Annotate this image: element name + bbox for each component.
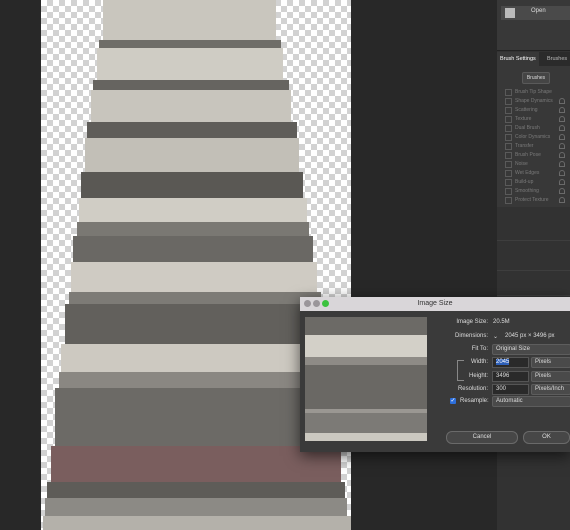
checkbox[interactable] <box>505 116 512 123</box>
cancel-button[interactable]: Cancel <box>446 431 518 444</box>
brush-option[interactable]: Transfer <box>505 142 568 150</box>
brush-option[interactable]: Smoothing <box>505 187 568 195</box>
image-size-value: 20.5M <box>493 319 510 325</box>
height-unit-select[interactable]: Pixels <box>531 371 570 382</box>
lock-icon[interactable] <box>559 152 565 158</box>
checkbox[interactable] <box>505 197 512 204</box>
width-unit-select[interactable]: Pixels <box>531 357 570 368</box>
ok-button[interactable]: OK <box>523 431 570 444</box>
divider <box>497 270 570 271</box>
divider <box>497 240 570 241</box>
width-label: Width: <box>470 359 488 365</box>
image-size-label: Image Size: <box>456 319 488 325</box>
checkbox[interactable] <box>505 143 512 150</box>
checkbox[interactable] <box>505 125 512 132</box>
height-input[interactable]: 3496 <box>492 371 529 382</box>
preview-thumbnail <box>305 317 427 441</box>
divider <box>497 295 570 296</box>
lock-icon[interactable] <box>559 161 565 167</box>
fit-to-label: Fit To: <box>471 346 488 352</box>
resolution-unit-select[interactable]: Pixels/Inch <box>531 384 570 395</box>
lock-icon[interactable] <box>559 143 565 149</box>
resample-label: Resample: <box>460 398 489 404</box>
checkbox[interactable] <box>505 98 512 105</box>
lock-icon[interactable] <box>559 98 565 104</box>
width-input[interactable]: 2045 <box>492 357 529 368</box>
width-value: 2045 <box>496 359 510 365</box>
lock-icon[interactable] <box>559 170 565 176</box>
checkbox[interactable] <box>505 107 512 114</box>
brush-option[interactable]: Texture <box>505 115 568 123</box>
tab-brush-settings[interactable]: Brush Settings <box>497 52 539 66</box>
brush-option[interactable]: Dual Brush <box>505 124 568 132</box>
brush-option[interactable]: Brush Tip Shape <box>505 88 568 96</box>
lock-icon[interactable] <box>559 134 565 140</box>
brush-option[interactable]: Color Dynamics <box>505 133 568 141</box>
checkbox[interactable] <box>505 179 512 186</box>
history-item-open[interactable]: Open <box>501 6 570 20</box>
checkbox[interactable] <box>505 161 512 168</box>
brush-option[interactable]: Shape Dynamics <box>505 97 568 105</box>
checkbox[interactable] <box>505 170 512 177</box>
image-preview[interactable] <box>305 317 427 441</box>
brushes-button[interactable]: Brushes <box>522 72 550 84</box>
lock-icon[interactable] <box>559 116 565 122</box>
checkbox[interactable] <box>505 134 512 141</box>
resample-checkbox[interactable]: ✓ <box>450 398 456 404</box>
checkbox[interactable] <box>505 89 512 96</box>
brush-settings-panel: Brush Settings Brushes Brushes Brush Tip… <box>497 52 570 207</box>
brush-option[interactable]: Scattering <box>505 106 568 114</box>
brush-option[interactable]: Noise <box>505 160 568 168</box>
brush-option[interactable]: Wet Edges <box>505 169 568 177</box>
lock-icon[interactable] <box>559 125 565 131</box>
history-panel: Open <box>497 0 570 51</box>
brush-option[interactable]: Brush Pose <box>505 151 568 159</box>
brush-option[interactable]: Build-up <box>505 178 568 186</box>
lock-icon[interactable] <box>559 107 565 113</box>
checkbox[interactable] <box>505 152 512 159</box>
dialog-titlebar[interactable]: Image Size <box>300 297 570 311</box>
resolution-input[interactable]: 300 <box>492 384 529 395</box>
fit-to-select[interactable]: Original Size <box>492 344 570 355</box>
height-label: Height: <box>468 373 488 379</box>
history-item-label: Open <box>531 8 546 14</box>
image-size-dialog: Image Size Image Size: 20.5M Dimensions:… <box>300 297 570 452</box>
brush-option[interactable]: Protect Texture <box>505 196 568 204</box>
resolution-label: Resolution: <box>457 386 488 392</box>
brush-tabbar: Brush Settings Brushes <box>497 52 570 66</box>
dimensions-label: Dimensions: <box>454 333 488 339</box>
lock-icon[interactable] <box>559 197 565 203</box>
checkbox[interactable] <box>505 188 512 195</box>
lock-icon[interactable] <box>559 179 565 185</box>
document-thumbnail-icon <box>505 8 515 18</box>
tab-brushes[interactable]: Brushes <box>544 52 570 66</box>
dialog-title: Image Size <box>417 300 453 307</box>
lock-icon[interactable] <box>559 188 565 194</box>
resample-select[interactable]: Automatic <box>492 396 570 407</box>
dimensions-dropdown-icon[interactable]: ⌄ <box>493 333 498 340</box>
dimensions-value: 2045 px × 3496 px <box>505 333 555 339</box>
